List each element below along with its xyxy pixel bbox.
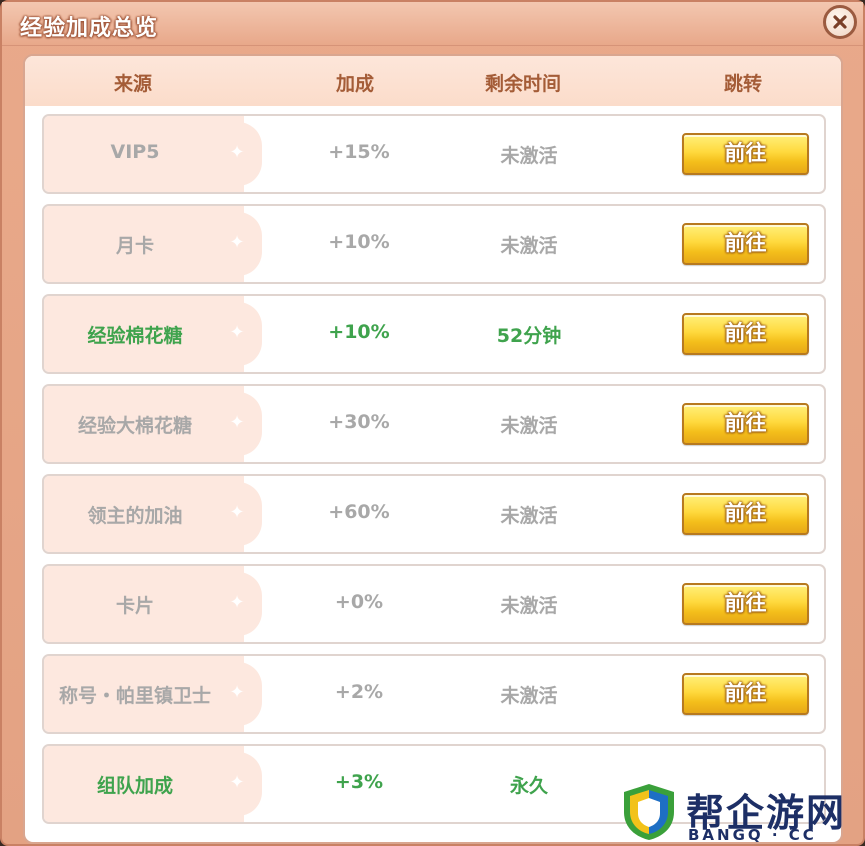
header-bonus: 加成 — [335, 73, 374, 95]
table-header: 来源 加成 剩余时间 跳转 — [25, 56, 841, 106]
bonus-table-panel: 来源 加成 剩余时间 跳转 ✦ VIP5 +15% 未激活 前往 ✦ 月卡 +10% 未激活 前往… — [23, 54, 843, 844]
row-remaining: 未激活 — [500, 685, 558, 707]
row-source: VIP5 — [110, 141, 160, 163]
go-button[interactable]: 前往 — [682, 223, 809, 265]
row-source: 领主的加油 — [87, 505, 183, 527]
table-row: ✦ 卡片 +0% 未激活 前往 — [42, 564, 826, 644]
table-row: ✦ 月卡 +10% 未激活 前往 — [42, 204, 826, 284]
table-row: ✦ 经验大棉花糖 +30% 未激活 前往 — [42, 384, 826, 464]
table-row: ✦ 经验棉花糖 +10% 52分钟 前往 — [42, 294, 826, 374]
row-bonus: +15% — [328, 141, 390, 163]
title-bar: 经验加成总览 — [2, 2, 863, 46]
close-button[interactable] — [823, 5, 857, 39]
sparkle-icon: ✦ — [229, 772, 245, 793]
go-button[interactable]: 前往 — [682, 133, 809, 175]
watermark: 帮企游网 BANGQ · CC — [616, 778, 865, 846]
sparkle-icon: ✦ — [229, 502, 245, 523]
row-remaining: 未激活 — [500, 595, 558, 617]
row-source: 卡片 — [115, 595, 154, 617]
row-source: 月卡 — [115, 235, 154, 257]
header-source: 来源 — [113, 73, 152, 95]
row-remaining: 未激活 — [500, 145, 558, 167]
row-remaining: 52分钟 — [496, 325, 562, 347]
header-jump: 跳转 — [723, 73, 762, 95]
sparkle-icon: ✦ — [229, 232, 245, 253]
window-title: 经验加成总览 — [20, 16, 159, 41]
sparkle-icon: ✦ — [229, 322, 245, 343]
shield-logo-icon — [624, 784, 674, 840]
table-row: ✦ 称号・帕里镇卫士 +2% 未激活 前往 — [42, 654, 826, 734]
go-button[interactable]: 前往 — [682, 403, 809, 445]
row-remaining: 未激活 — [500, 415, 558, 437]
row-remaining: 未激活 — [500, 235, 558, 257]
row-remaining: 永久 — [509, 775, 548, 797]
sparkle-icon: ✦ — [229, 682, 245, 703]
table-row: ✦ 领主的加油 +60% 未激活 前往 — [42, 474, 826, 554]
go-button[interactable]: 前往 — [682, 583, 809, 625]
sparkle-icon: ✦ — [229, 412, 245, 433]
row-source: 经验大棉花糖 — [77, 415, 192, 437]
row-source: 称号・帕里镇卫士 — [58, 685, 211, 707]
go-button[interactable]: 前往 — [682, 673, 809, 715]
watermark-subtext: BANGQ · CC — [688, 826, 817, 844]
exp-bonus-window: 经验加成总览 来源 加成 剩余时间 跳转 ✦ VIP5 +15% 未激活 前往 ✦ 月卡 +1… — [0, 0, 865, 846]
sparkle-icon: ✦ — [229, 142, 245, 163]
row-source: 组队加成 — [96, 775, 173, 797]
row-remaining: 未激活 — [500, 505, 558, 527]
table-row: ✦ VIP5 +15% 未激活 前往 — [42, 114, 826, 194]
row-bonus: +3% — [334, 771, 384, 793]
row-bonus: +2% — [334, 681, 384, 703]
sparkle-icon: ✦ — [229, 592, 245, 613]
row-bonus: +30% — [328, 411, 390, 433]
row-bonus: +0% — [334, 591, 384, 613]
go-button[interactable]: 前往 — [682, 493, 809, 535]
row-bonus: +10% — [328, 321, 390, 343]
header-remaining: 剩余时间 — [484, 73, 561, 95]
close-icon — [833, 15, 847, 29]
go-button[interactable]: 前往 — [682, 313, 809, 355]
row-bonus: +10% — [328, 231, 390, 253]
row-bonus: +60% — [328, 501, 390, 523]
row-source: 经验棉花糖 — [87, 325, 183, 347]
